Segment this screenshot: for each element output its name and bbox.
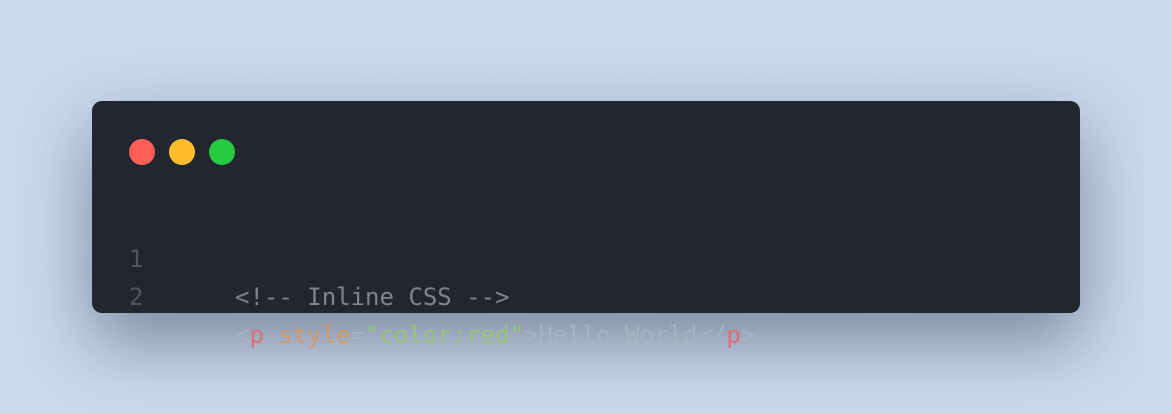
close-bracket-token: > xyxy=(524,321,539,349)
tag-name-token: p xyxy=(249,321,264,349)
minimize-dot-icon[interactable] xyxy=(169,139,195,165)
open-bracket-token: < xyxy=(235,321,250,349)
code-window: 1 <!-- Inline CSS --> 2 <p style="color:… xyxy=(92,101,1080,349)
code-line-1: 1 <!-- Inline CSS --> xyxy=(92,202,510,311)
maximize-dot-icon[interactable] xyxy=(209,139,235,165)
text-content-token: Hello World xyxy=(538,321,698,349)
close-dot-icon[interactable] xyxy=(129,139,155,165)
comment-token: <!-- Inline CSS --> xyxy=(235,283,510,311)
closing-tag-open-token: </ xyxy=(697,321,727,349)
line-content: <p style="color:red">Hello World</p> xyxy=(235,316,755,354)
line-content: <!-- Inline CSS --> xyxy=(235,278,510,316)
equals-token: = xyxy=(350,321,366,349)
code-line-2: 2 <p style="color:red">Hello World</p> xyxy=(92,240,755,349)
code-block: 1 <!-- Inline CSS --> 2 <p style="color:… xyxy=(92,202,755,349)
attribute-value-token: "color:red" xyxy=(365,321,525,349)
closing-tag-name-token: p xyxy=(726,321,741,349)
line-number: 2 xyxy=(129,283,144,311)
closing-tag-close-token: > xyxy=(740,321,756,349)
attribute-name-token: style xyxy=(278,321,351,349)
